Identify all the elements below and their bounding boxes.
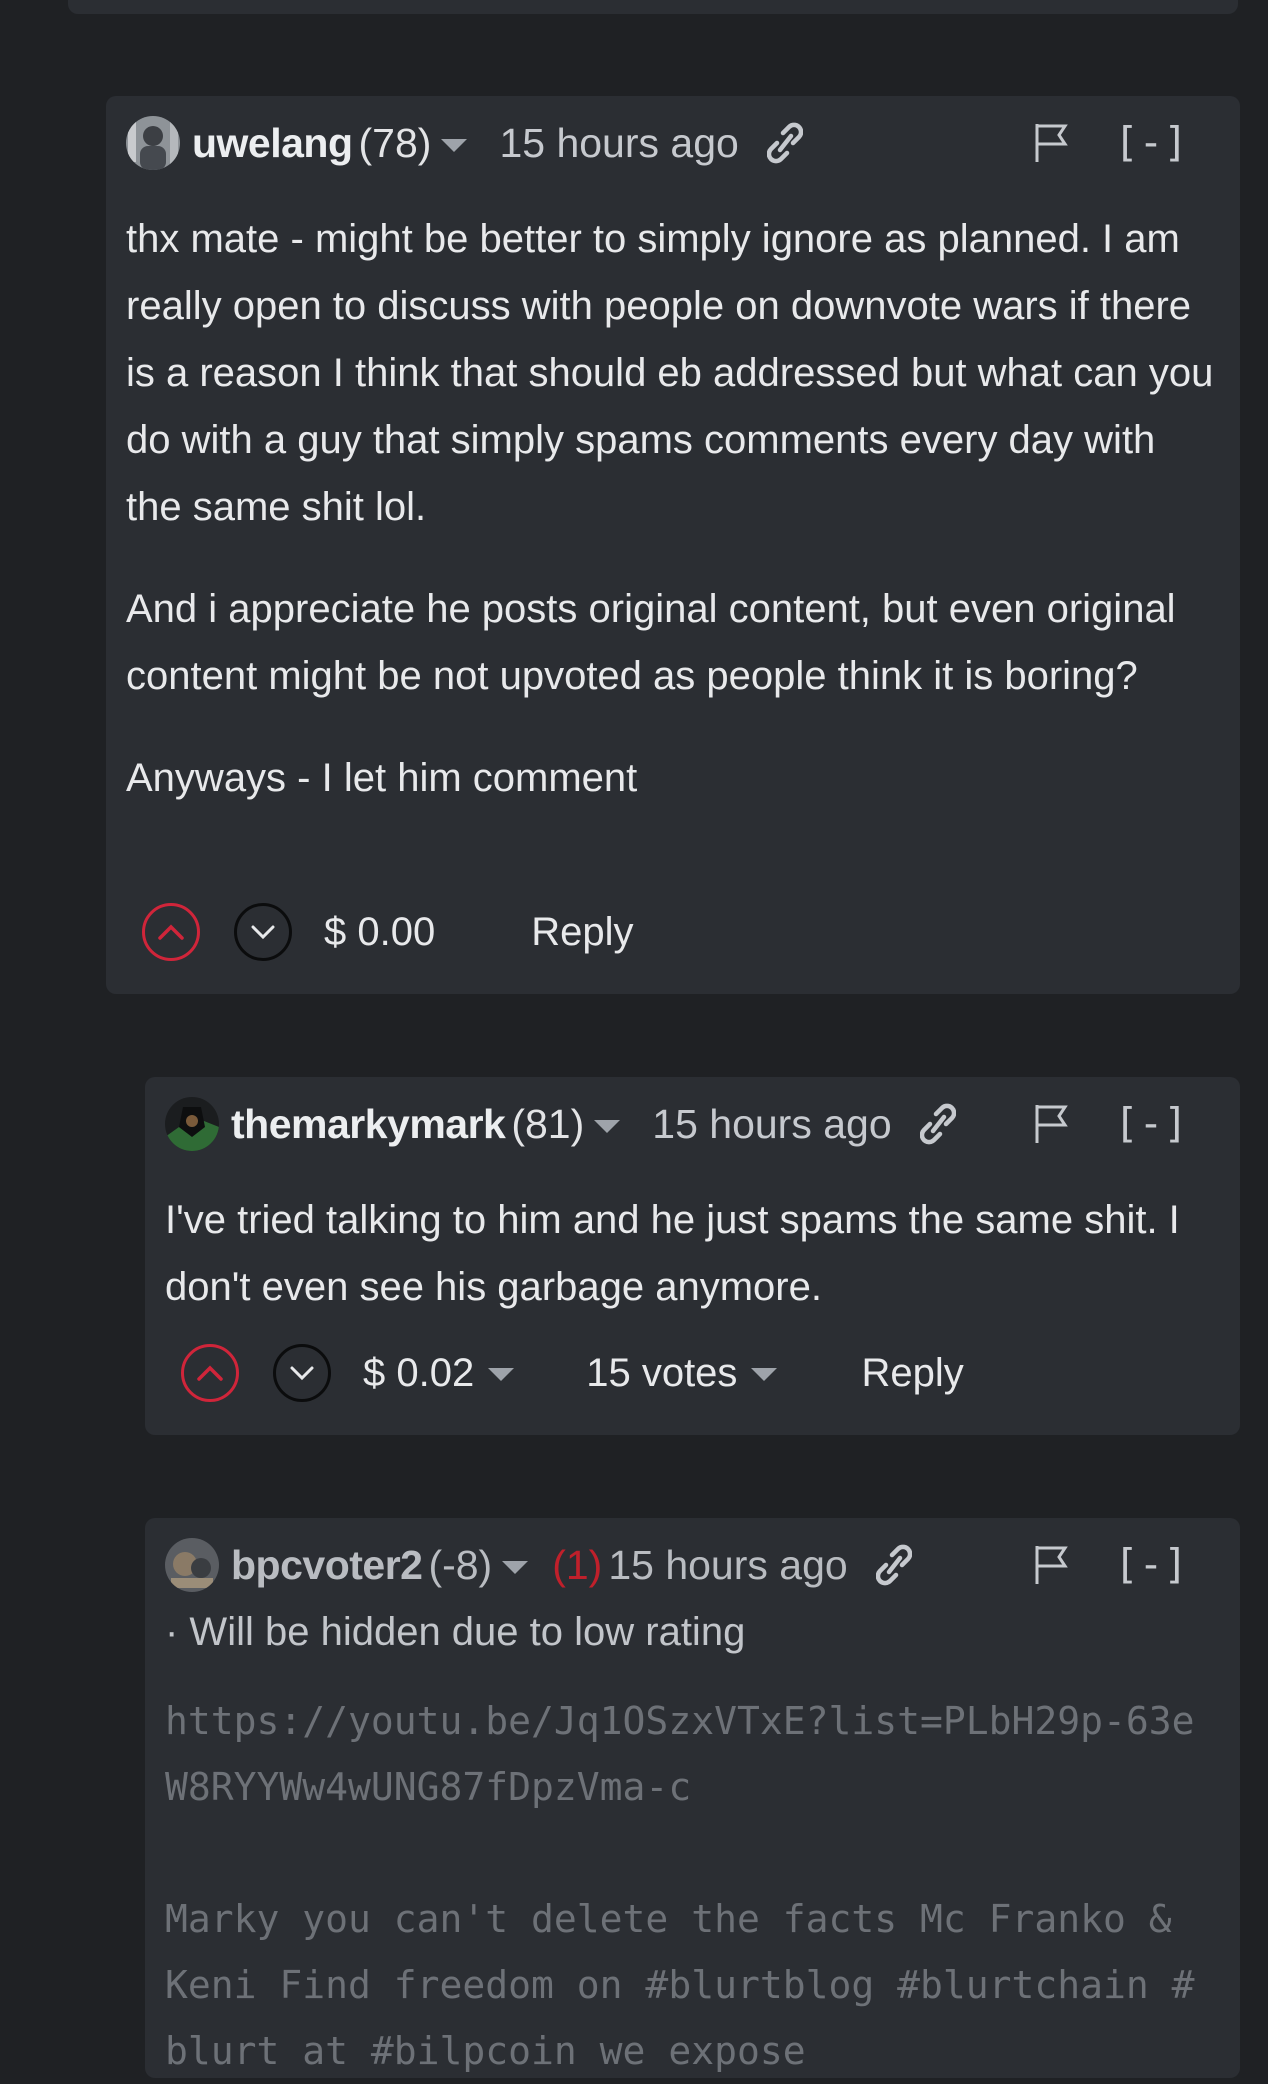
reputation: (-8) <box>428 1541 493 1588</box>
timestamp[interactable]: 15 hours ago <box>608 1542 847 1589</box>
flag-icon[interactable] <box>1034 1544 1068 1589</box>
hidden-comment-body: https://youtu.be/Jq1OSzxVTxE?list=PLbH29… <box>165 1699 1195 2073</box>
chevron-down-icon[interactable] <box>594 1119 621 1133</box>
chevron-down-icon[interactable] <box>441 138 468 152</box>
downvote-icon[interactable] <box>273 1344 331 1402</box>
chevron-down-icon[interactable] <box>502 1560 529 1574</box>
comment-header: uwelang (78) 15 hours ago [-] <box>126 116 1220 170</box>
payout-value[interactable]: $ 0.02 <box>363 1350 515 1396</box>
comment-paragraph: Anyways - I let him comment <box>126 756 638 800</box>
chevron-down-icon[interactable] <box>488 1368 515 1382</box>
avatar[interactable] <box>126 116 180 170</box>
upvote-icon[interactable] <box>181 1344 239 1402</box>
votes-label: 15 votes <box>586 1350 738 1395</box>
collapse-toggle[interactable]: [-] <box>1114 118 1188 166</box>
upvote-icon[interactable] <box>142 903 200 961</box>
reply-button[interactable]: Reply <box>531 910 633 955</box>
payout-value[interactable]: $ 0.00 <box>324 910 435 955</box>
author-name[interactable]: uwelang <box>192 120 353 167</box>
comment-paragraph: thx mate - might be better to simply ign… <box>126 217 1214 529</box>
hidden-notice: · Will be hidden due to low rating <box>165 1610 746 1654</box>
timestamp[interactable]: 15 hours ago <box>499 120 738 167</box>
author-name[interactable]: themarkymark <box>231 1101 506 1148</box>
avatar[interactable] <box>165 1538 219 1592</box>
comment-card: themarkymark (81) 15 hours ago [-] I've … <box>145 1077 1240 1435</box>
collapse-toggle[interactable]: [-] <box>1114 1099 1188 1147</box>
avatar[interactable] <box>165 1097 219 1151</box>
comment-paragraph: I've tried talking to him and he just sp… <box>165 1198 1180 1309</box>
flag-icon[interactable] <box>1034 1103 1068 1148</box>
flag-icon[interactable] <box>1034 122 1068 167</box>
reply-button[interactable]: Reply <box>861 1351 963 1396</box>
author-name[interactable]: bpcvoter2 <box>231 1542 423 1589</box>
chevron-down-icon[interactable] <box>751 1368 778 1382</box>
downvote-icon[interactable] <box>234 903 292 961</box>
comment-header: themarkymark (81) 15 hours ago [-] <box>165 1097 1220 1151</box>
comment-footer: $ 0.00 Reply <box>142 900 633 964</box>
payout-amount: $ 0.02 <box>363 1350 475 1395</box>
comment-footer: $ 0.02 15 votes Reply <box>181 1341 964 1405</box>
flag-count: (1) <box>552 1541 603 1588</box>
comment-card: bpcvoter2 (-8) (1) 15 hours ago [-] · Wi… <box>145 1518 1240 2078</box>
comment-body: thx mate - might be better to simply ign… <box>126 206 1216 847</box>
comment-body: I've tried talking to him and he just sp… <box>165 1187 1216 1356</box>
link-icon[interactable] <box>919 1102 956 1146</box>
previous-comment-edge <box>68 0 1238 14</box>
collapse-toggle[interactable]: [-] <box>1114 1540 1188 1588</box>
comment-header: bpcvoter2 (-8) (1) 15 hours ago [-] <box>165 1538 1220 1592</box>
reputation: (81) <box>511 1100 585 1147</box>
timestamp[interactable]: 15 hours ago <box>652 1101 891 1148</box>
votes-count[interactable]: 15 votes <box>586 1350 778 1396</box>
link-icon[interactable] <box>875 1543 912 1587</box>
comment-paragraph: And i appreciate he posts original conte… <box>126 587 1176 698</box>
link-icon[interactable] <box>766 121 803 165</box>
reputation: (78) <box>358 119 432 166</box>
comment-card: uwelang (78) 15 hours ago [-] thx mate -… <box>106 96 1240 994</box>
